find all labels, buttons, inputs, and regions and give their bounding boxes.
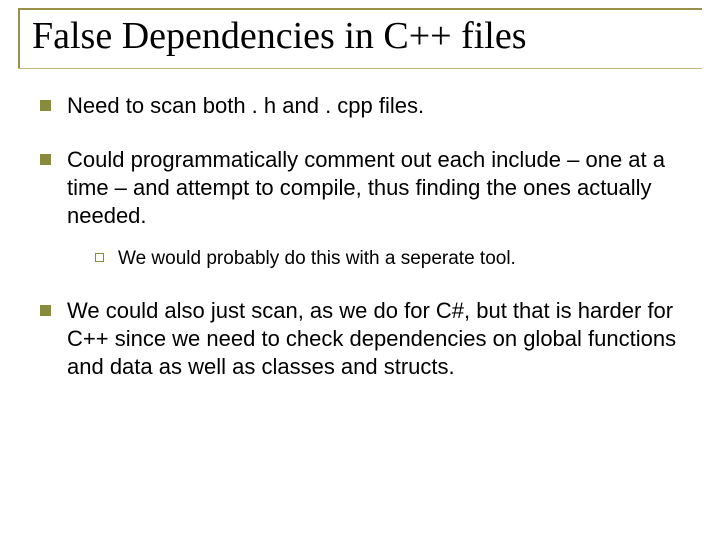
title-rule-bottom — [18, 68, 702, 69]
list-item-text: We could also just scan, as we do for C#… — [67, 297, 680, 381]
slide: False Dependencies in C++ files Need to … — [0, 0, 720, 540]
slide-body: Need to scan both . h and . cpp files. C… — [40, 92, 680, 381]
title-area: False Dependencies in C++ files — [18, 8, 702, 58]
bullet-hollow-square-icon — [95, 253, 104, 262]
bullet-square-icon — [40, 154, 51, 165]
list-item-text: Could programmatically comment out each … — [67, 146, 680, 271]
sub-list: We would probably do this with a seperat… — [67, 247, 680, 271]
sub-list-item-text: We would probably do this with a seperat… — [118, 247, 516, 271]
list-item: Could programmatically comment out each … — [40, 146, 680, 271]
slide-title: False Dependencies in C++ files — [18, 8, 702, 58]
list-item-text-span: Could programmatically comment out each … — [67, 147, 665, 228]
sub-list-item: We would probably do this with a seperat… — [95, 247, 680, 271]
list-item: Need to scan both . h and . cpp files. — [40, 92, 680, 120]
list-item-text: Need to scan both . h and . cpp files. — [67, 92, 680, 120]
bullet-square-icon — [40, 100, 51, 111]
list-item: We could also just scan, as we do for C#… — [40, 297, 680, 381]
bullet-square-icon — [40, 305, 51, 316]
